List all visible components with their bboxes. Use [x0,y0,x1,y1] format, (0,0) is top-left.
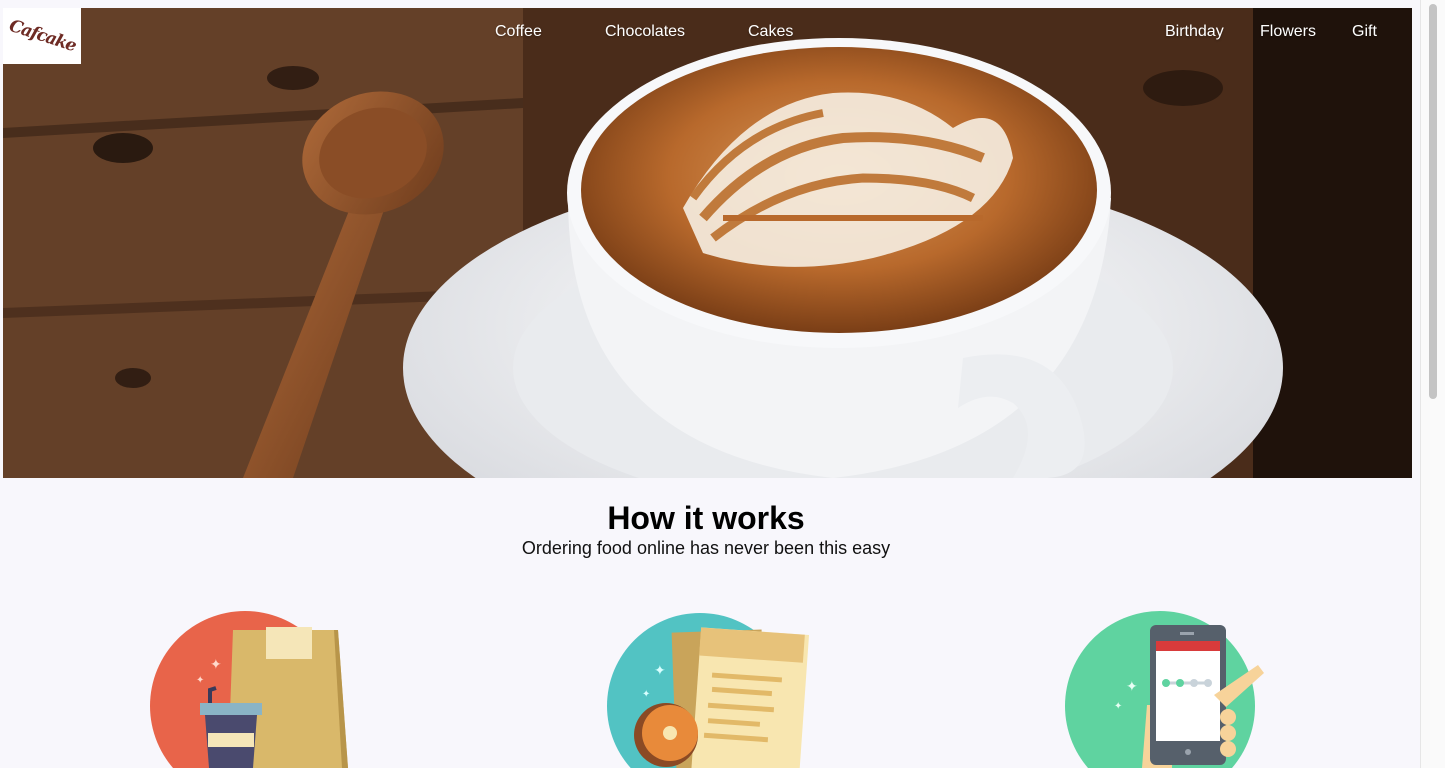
how-it-works-section: How it works Ordering food online has ne… [0,498,1412,558]
section-title: How it works [607,500,805,536]
phone-order-icon: ✦ ✦ [1065,611,1264,768]
nav-link-gift[interactable]: Gift [1352,23,1377,41]
svg-text:✦: ✦ [654,662,666,678]
svg-text:✦: ✦ [642,689,650,700]
logo-text: Cafcake [6,15,78,57]
menu-donut-icon: ✦ ✦ [607,613,810,768]
section-subtitle: Ordering food online has never been this… [521,538,891,558]
vertical-scrollbar[interactable] [1420,0,1445,768]
svg-text:✦: ✦ [1114,701,1122,712]
hero-coffee-image [3,8,1412,478]
scrollbar-thumb[interactable] [1429,4,1437,399]
svg-text:✦: ✦ [1126,678,1138,694]
nav-link-birthday[interactable]: Birthday [1165,23,1224,41]
svg-text:✦: ✦ [196,675,204,686]
nav-link-chocolates[interactable]: Chocolates [605,23,685,41]
nav-link-coffee[interactable]: Coffee [495,23,542,41]
svg-text:✦: ✦ [210,656,222,672]
nav-link-flowers[interactable]: Flowers [1260,23,1316,41]
page: Cafcake Coffee Chocolates Cakes Birthday… [0,0,1420,768]
coffee-bag-icon: ✦ ✦ [150,611,348,768]
nav-link-cakes[interactable]: Cakes [748,23,793,41]
hero-banner: Cafcake Coffee Chocolates Cakes Birthday… [3,8,1412,478]
site-logo[interactable]: Cafcake [3,8,81,64]
